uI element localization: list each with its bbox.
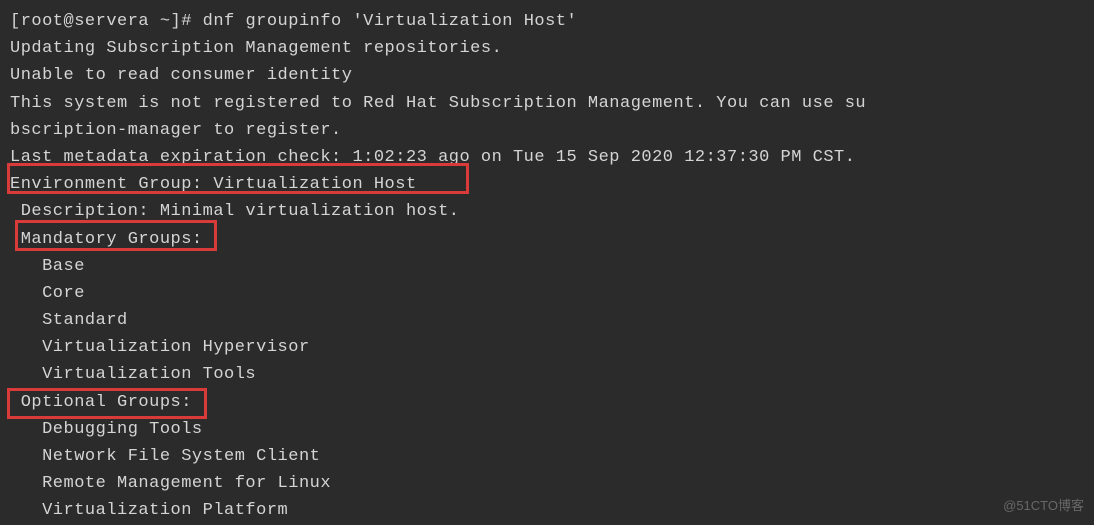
optional-groups-header: Optional Groups: xyxy=(10,389,1084,416)
watermark-text: @51CTO博客 xyxy=(1003,496,1084,517)
output-line: This system is not registered to Red Hat… xyxy=(10,90,1084,117)
command-text: dnf groupinfo 'Virtualization Host' xyxy=(192,12,577,31)
description-line: Description: Minimal virtualization host… xyxy=(10,198,1084,225)
prompt-line: [root@servera ~]# dnf groupinfo 'Virtual… xyxy=(10,8,1084,35)
mandatory-group-item: Virtualization Tools xyxy=(10,361,1084,388)
mandatory-group-item: Standard xyxy=(10,307,1084,334)
prompt-userhost: [root@servera ~]# xyxy=(10,12,192,31)
output-line: Last metadata expiration check: 1:02:23 … xyxy=(10,144,1084,171)
output-line: Updating Subscription Management reposit… xyxy=(10,35,1084,62)
output-line: Unable to read consumer identity xyxy=(10,62,1084,89)
optional-group-item: Remote Management for Linux xyxy=(10,470,1084,497)
environment-group-line: Environment Group: Virtualization Host xyxy=(10,171,1084,198)
output-line: bscription-manager to register. xyxy=(10,117,1084,144)
mandatory-groups-header: Mandatory Groups: xyxy=(10,226,1084,253)
mandatory-group-item: Core xyxy=(10,280,1084,307)
mandatory-group-item: Virtualization Hypervisor xyxy=(10,334,1084,361)
optional-group-item: Debugging Tools xyxy=(10,416,1084,443)
mandatory-group-item: Base xyxy=(10,253,1084,280)
optional-group-item: Network File System Client xyxy=(10,443,1084,470)
optional-group-item: Virtualization Platform xyxy=(10,497,1084,524)
